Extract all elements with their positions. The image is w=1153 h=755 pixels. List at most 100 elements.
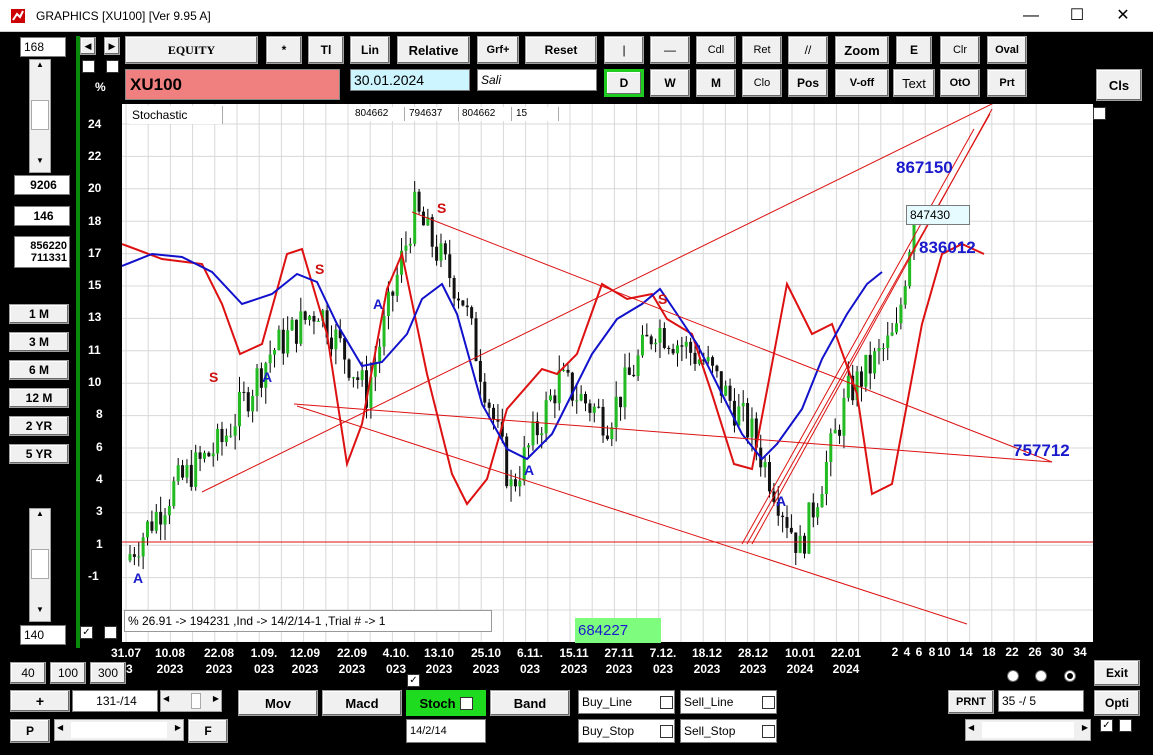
plus-button[interactable]: + [10,690,70,712]
lin-button[interactable]: Lin [350,36,390,64]
pos-button[interactable]: Pos [788,69,828,97]
right-arrow-icon[interactable]: ▶ [1082,723,1088,732]
range-field[interactable]: 131-/14 [72,690,158,712]
scroll-thumb[interactable] [31,549,49,579]
close-icon[interactable]: ✕ [1100,0,1146,31]
parallel-button[interactable]: // [788,36,828,64]
clr-button[interactable]: Clr [940,36,980,64]
oto-button[interactable]: OtO [940,69,980,97]
symbol-field[interactable]: XU100 [125,69,340,100]
x-tick-label: 22.09 2023 [332,645,372,677]
right-arrow-icon[interactable]: ▶ [213,694,219,703]
text-button[interactable]: Text [893,69,935,97]
ret-button[interactable]: Ret [742,36,782,64]
radio-a[interactable] [1007,670,1019,682]
cdl-button[interactable]: Cdl [696,36,736,64]
reset-button[interactable]: Reset [525,36,597,64]
strip-checkbox-d[interactable] [104,626,117,639]
daily-button[interactable]: D [604,69,644,97]
vertical-line-button[interactable]: | [604,36,644,64]
period-5yr-button[interactable]: 5 YR [9,444,69,464]
strip-checkbox-c[interactable]: ✓ [80,626,93,639]
top-number-field[interactable]: 168 [20,37,66,57]
view-300-button[interactable]: 300 [90,662,126,684]
scroll-down-icon[interactable]: ▼ [30,605,50,621]
voff-button[interactable]: V-off [835,69,889,97]
right-scrollbar[interactable]: ◀ ▶ [965,719,1091,741]
period-12m-button[interactable]: 12 M [9,388,69,408]
opt-checkbox-a[interactable]: ✓ [1100,719,1113,732]
scroll-up-icon[interactable]: ▲ [30,509,50,525]
left-scrollbar-top[interactable]: ▲ ▼ [29,59,51,173]
period-2yr-button[interactable]: 2 YR [9,416,69,436]
tl-button[interactable]: Tl [308,36,344,64]
maximize-icon[interactable]: ☐ [1054,0,1100,31]
scroll-thumb[interactable] [31,100,49,130]
range-scrollbar[interactable]: ◀ ▶ [160,690,222,712]
star-button[interactable]: * [266,36,302,64]
left-arrow-icon[interactable]: ◀ [80,37,96,55]
radio-c[interactable] [1064,670,1076,682]
buy-line-checkbox[interactable] [660,696,673,709]
stoch-param-field[interactable]: 14/2/14 [406,719,486,743]
equity-button[interactable]: EQUITY [125,36,258,64]
date-field[interactable]: 30.01.2024 [350,69,470,91]
right-arrow-icon[interactable]: ▶ [175,723,181,732]
p-scrollbar[interactable]: ◀ ▶ [54,719,184,741]
stoch-checkbox[interactable] [459,696,473,710]
cls-button[interactable]: Cls [1096,69,1142,101]
oval-button[interactable]: Oval [987,36,1027,64]
weekly-button[interactable]: W [650,69,690,97]
mov-button[interactable]: Mov [238,690,318,716]
scroll-thumb[interactable] [191,693,201,709]
candle-body [268,354,272,364]
period-1m-button[interactable]: 1 M [9,304,69,324]
grf-plus-button[interactable]: Grf+ [477,36,519,64]
opti-button[interactable]: Opti [1094,690,1140,716]
x-tick-label: 4.10. 023 [376,645,416,677]
view-40-button[interactable]: 40 [10,662,46,684]
left-scrollbar-bottom[interactable]: ▲ ▼ [29,508,51,622]
period-3m-button[interactable]: 3 M [9,332,69,352]
scroll-track[interactable] [71,722,167,738]
prnt-field[interactable]: 35 -/ 5 [998,690,1084,712]
buy-stop-checkbox[interactable] [660,725,673,738]
sali-field[interactable]: Sali [477,69,597,91]
horizontal-line-button[interactable]: — [650,36,690,64]
minimize-icon[interactable]: — [1008,0,1054,31]
band-button[interactable]: Band [490,690,570,716]
period-field[interactable]: 146 [14,206,70,226]
stoch-button[interactable]: Stoch [406,690,486,716]
period-6m-button[interactable]: 6 M [9,360,69,380]
strip-checkbox-a[interactable] [82,60,95,73]
opt-checkbox-b[interactable] [1119,719,1132,732]
view-100-button[interactable]: 100 [50,662,86,684]
sell-stop-checkbox[interactable] [762,725,775,738]
prt-button[interactable]: Prt [987,69,1027,97]
e-button[interactable]: E [896,36,932,64]
count-field[interactable]: 9206 [14,175,70,195]
candle-body [592,406,596,413]
left-arrow-icon[interactable]: ◀ [57,723,63,732]
sell-line-checkbox[interactable] [762,696,775,709]
scroll-up-icon[interactable]: ▲ [30,60,50,76]
prnt-button[interactable]: PRNT [948,690,994,714]
clo-button[interactable]: Clo [742,69,782,97]
relative-button[interactable]: Relative [397,36,470,64]
monthly-button[interactable]: M [696,69,736,97]
exit-button[interactable]: Exit [1094,660,1140,686]
scroll-down-icon[interactable]: ▼ [30,156,50,172]
p-button[interactable]: P [10,719,50,743]
left-arrow-icon[interactable]: ◀ [163,694,169,703]
radio-b[interactable] [1035,670,1047,682]
zoom-button[interactable]: Zoom [835,36,889,64]
macd-button[interactable]: Macd [322,690,402,716]
bottom-number-field[interactable]: 140 [20,625,66,645]
left-arrow-icon[interactable]: ◀ [968,723,974,732]
strip-checkbox-b[interactable] [106,60,119,73]
right-arrow-icon[interactable]: ▶ [104,37,120,55]
f-button[interactable]: F [188,719,228,743]
stoch-enable-checkbox[interactable]: ✓ [407,674,420,687]
scroll-track[interactable] [982,722,1074,738]
right-checkbox[interactable] [1093,107,1106,120]
